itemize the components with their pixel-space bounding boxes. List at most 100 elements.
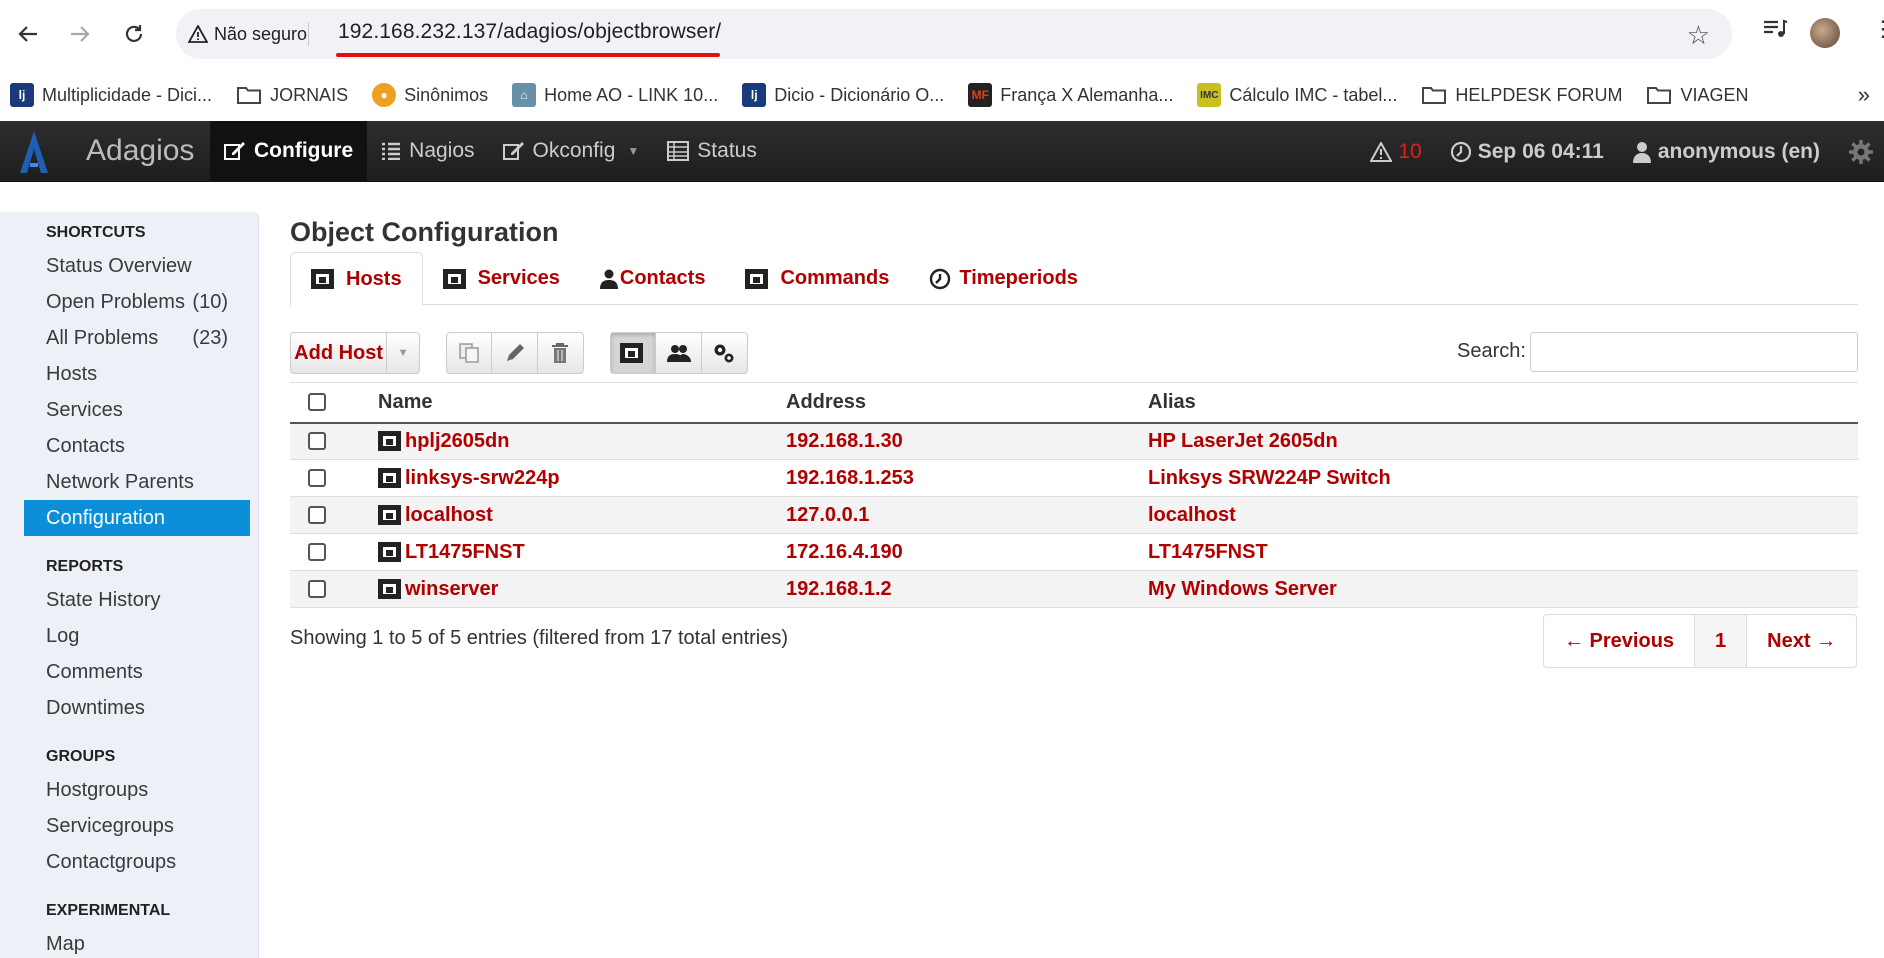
bookmarks-overflow-icon[interactable]: » <box>1858 82 1870 108</box>
search-input[interactable] <box>1530 332 1858 372</box>
sidebar-item-services[interactable]: Services <box>0 392 258 428</box>
bookmark-item[interactable]: JORNAIS <box>236 84 348 106</box>
host-name-link[interactable]: winserver <box>405 578 498 600</box>
bookmark-item[interactable]: IMC Cálculo IMC - tabel... <box>1197 83 1397 107</box>
host-name-link[interactable]: localhost <box>405 504 493 526</box>
forward-button[interactable] <box>62 16 98 52</box>
sidebar-item-all-problems[interactable]: All Problems (23) <box>0 320 258 356</box>
sidebar-item-map[interactable]: Map <box>0 926 258 958</box>
profile-avatar[interactable] <box>1810 18 1840 48</box>
previous-page-button[interactable]: ← Previous <box>1544 615 1696 667</box>
tab-timeperiods[interactable]: Timeperiods <box>909 252 1098 305</box>
column-header-address[interactable]: Address <box>786 382 1148 424</box>
bookmark-item[interactable]: lj Multiplicidade - Dici... <box>10 83 212 107</box>
settings-button[interactable] <box>1848 139 1874 165</box>
sidebar-item-servicegroups[interactable]: Servicegroups <box>0 808 258 844</box>
tab-contacts[interactable]: Contacts <box>580 252 726 305</box>
sidebar-item-contactgroups[interactable]: Contactgroups <box>0 844 258 880</box>
edit-icon <box>502 142 524 160</box>
host-address-link[interactable]: 127.0.0.1 <box>786 496 1148 534</box>
host-address-link[interactable]: 192.168.1.30 <box>786 422 1148 460</box>
pagination: ← Previous 1 Next → <box>1543 614 1858 668</box>
filter-hosts-button[interactable] <box>611 333 657 373</box>
cogs-icon <box>714 344 734 363</box>
sidebar-item-hosts[interactable]: Hosts <box>0 356 258 392</box>
page-number-button[interactable]: 1 <box>1695 615 1748 667</box>
menu-configure[interactable]: Configure <box>210 120 368 182</box>
object-tabs: Hosts Services Contacts Commands Timeper… <box>290 252 1858 306</box>
column-header-name[interactable]: Name <box>378 382 786 424</box>
menu-nagios[interactable]: Nagios <box>367 121 488 182</box>
host-address-link[interactable]: 172.16.4.190 <box>786 533 1148 571</box>
host-alias-link[interactable]: LT1475FNST <box>1148 533 1858 571</box>
host-name-link[interactable]: LT1475FNST <box>405 541 525 563</box>
back-button[interactable] <box>10 16 46 52</box>
next-page-button[interactable]: Next → <box>1747 615 1856 667</box>
row-checkbox[interactable] <box>308 506 326 525</box>
sidebar-item-state-history[interactable]: State History <box>0 582 258 618</box>
bookmark-star-icon[interactable]: ☆ <box>1687 20 1710 51</box>
sidebar-item-label: Configuration <box>46 507 165 529</box>
bookmark-item[interactable]: ● Sinônimos <box>372 83 488 107</box>
bookmark-item[interactable]: HELPDESK FORUM <box>1421 84 1622 106</box>
main-content: Object Configuration Hosts Services Cont… <box>290 212 1860 668</box>
datetime-indicator[interactable]: Sep 06 04:11 <box>1450 140 1604 164</box>
bookmark-item[interactable]: MF França X Alemanha... <box>968 83 1173 107</box>
bookmark-item[interactable]: ⌂ Home AO - LINK 10... <box>512 83 718 107</box>
bookmark-label: Dicio - Dicionário O... <box>774 84 945 105</box>
sidebar-item-downtimes[interactable]: Downtimes <box>0 690 258 726</box>
sidebar-item-contacts[interactable]: Contacts <box>0 428 258 464</box>
reload-button[interactable] <box>116 16 152 52</box>
host-address-link[interactable]: 192.168.1.2 <box>786 570 1148 608</box>
host-address-link[interactable]: 192.168.1.253 <box>786 459 1148 497</box>
host-icon <box>619 343 643 363</box>
sidebar-item-comments[interactable]: Comments <box>0 654 258 690</box>
warning-icon <box>1370 141 1393 162</box>
navbar-right: 10 Sep 06 04:11 anonymous (en) <box>1370 121 1884 182</box>
menu-okconfig[interactable]: Okconfig ▼ <box>489 121 654 182</box>
row-checkbox[interactable] <box>308 543 326 562</box>
bookmark-item[interactable]: VIAGEN <box>1646 84 1748 106</box>
row-checkbox[interactable] <box>308 580 326 599</box>
filter-groups-button[interactable] <box>656 333 702 373</box>
sidebar-item-configuration[interactable]: Configuration <box>24 500 250 536</box>
url-text[interactable]: 192.168.232.137/adagios/objectbrowser/ <box>338 20 721 44</box>
row-checkbox[interactable] <box>308 432 326 451</box>
host-alias-link[interactable]: HP LaserJet 2605dn <box>1148 422 1858 460</box>
filter-templates-button[interactable] <box>702 333 747 373</box>
sidebar-item-hostgroups[interactable]: Hostgroups <box>0 772 258 808</box>
host-alias-link[interactable]: My Windows Server <box>1148 570 1858 608</box>
sidebar-item-status-overview[interactable]: Status Overview <box>0 248 258 284</box>
browser-menu-icon[interactable]: ⋮ <box>1872 16 1884 42</box>
row-checkbox[interactable] <box>308 469 326 488</box>
problem-count: (23) <box>192 327 228 349</box>
delete-button[interactable] <box>538 333 583 373</box>
alerts-indicator[interactable]: 10 <box>1370 140 1422 164</box>
media-controls-icon[interactable] <box>1762 18 1788 45</box>
security-indicator[interactable]: Não seguro <box>188 22 307 46</box>
forward-arrow-icon <box>71 26 90 42</box>
brand[interactable]: Adagios <box>0 121 210 182</box>
copy-button[interactable] <box>447 333 493 373</box>
host-alias-link[interactable]: Linksys SRW224P Switch <box>1148 459 1858 497</box>
menu-status[interactable]: Status <box>653 121 771 182</box>
edit-button[interactable] <box>492 333 538 373</box>
user-menu[interactable]: anonymous (en) <box>1632 140 1820 164</box>
column-header-alias[interactable]: Alias <box>1148 382 1858 424</box>
bookmark-item[interactable]: lj Dicio - Dicionário O... <box>742 83 944 107</box>
sidebar-item-open-problems[interactable]: Open Problems (10) <box>0 284 258 320</box>
host-icon <box>378 579 401 600</box>
sidebar-item-network-parents[interactable]: Network Parents <box>0 464 258 500</box>
host-alias-link[interactable]: localhost <box>1148 496 1858 534</box>
add-host-dropdown-toggle[interactable]: ▼ <box>387 333 419 373</box>
address-bar[interactable]: Não seguro 192.168.232.137/adagios/objec… <box>176 9 1732 59</box>
select-all-checkbox[interactable] <box>308 393 326 412</box>
table-info: Showing 1 to 5 of 5 entries (filtered fr… <box>290 627 789 649</box>
tab-services[interactable]: Services <box>423 252 580 305</box>
tab-commands[interactable]: Commands <box>725 252 909 305</box>
tab-hosts[interactable]: Hosts <box>290 252 423 306</box>
host-name-link[interactable]: linksys-srw224p <box>405 467 560 489</box>
add-host-button[interactable]: Add Host <box>291 333 388 373</box>
sidebar-item-log[interactable]: Log <box>0 618 258 654</box>
host-name-link[interactable]: hplj2605dn <box>405 430 509 452</box>
